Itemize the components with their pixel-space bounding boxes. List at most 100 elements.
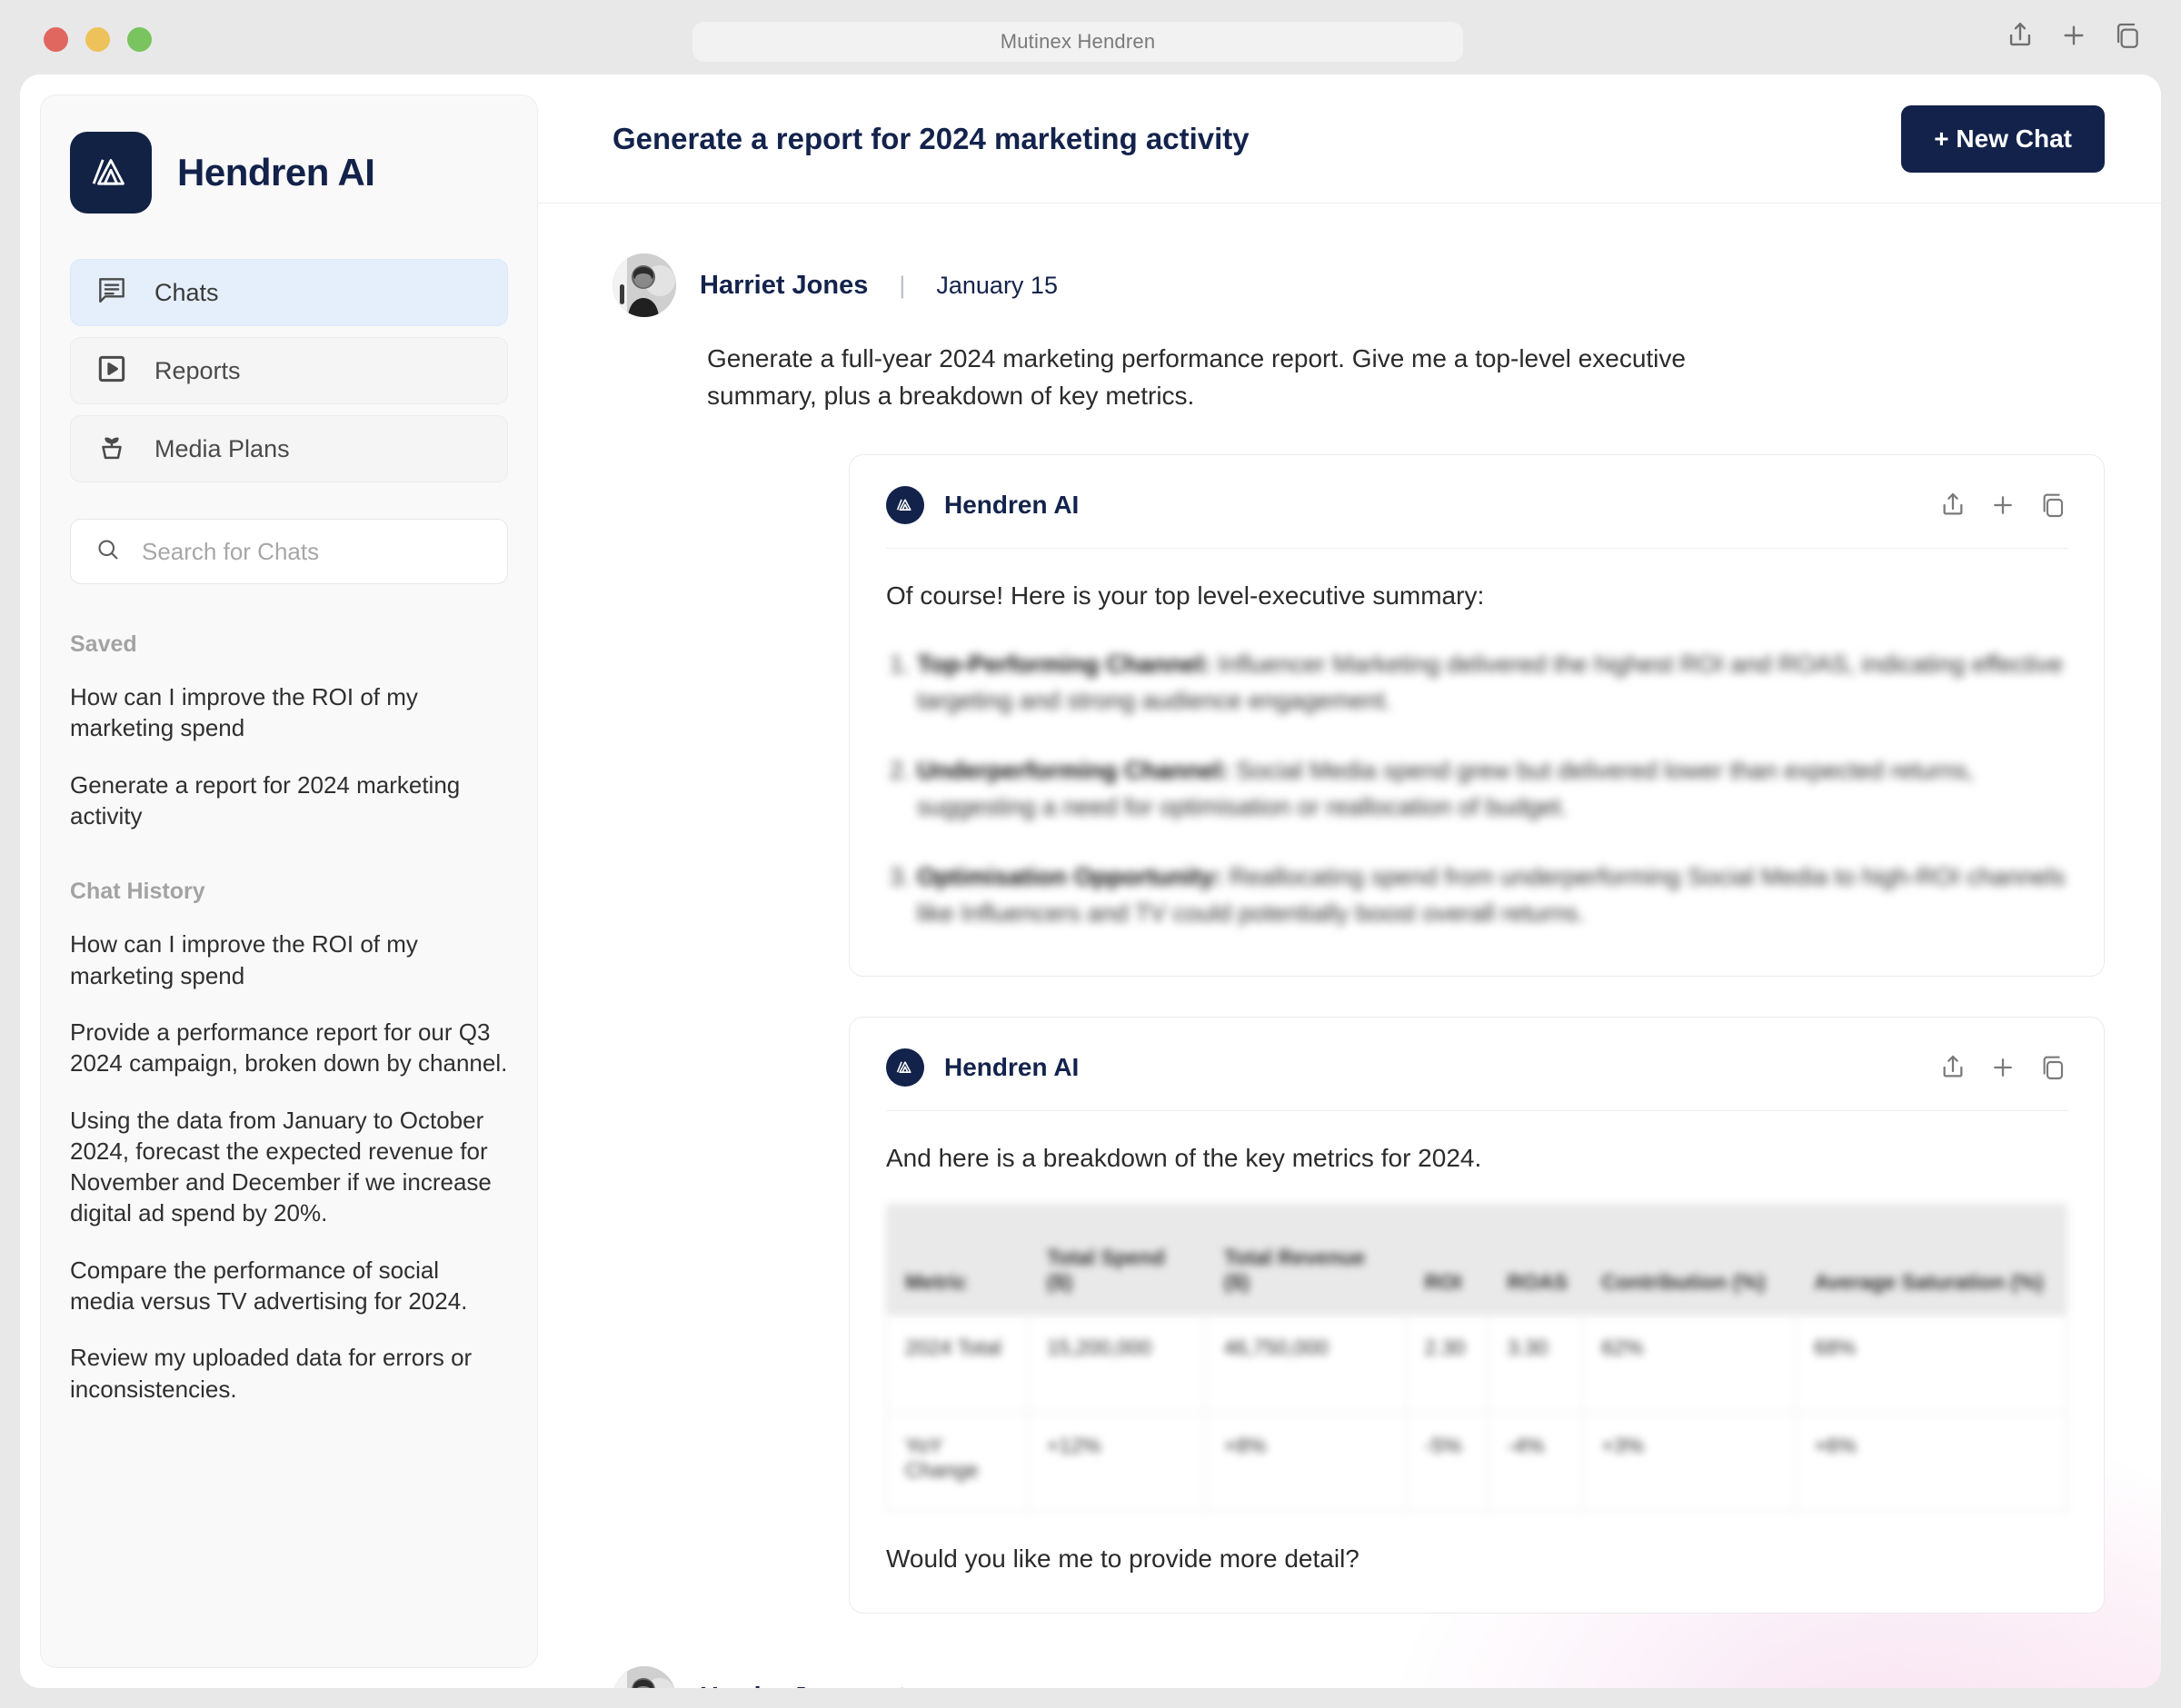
chat-bubble-icon [95,273,129,313]
new-chat-button[interactable]: + New Chat [1901,104,2105,173]
sidebar-item-media-plans[interactable]: Media Plans [70,415,508,482]
play-square-icon [95,352,129,391]
conversation-thread: Harriet Jones | January 15 Generate a fu… [538,204,2161,1688]
assistant-identity: Hendren AI [886,1048,1079,1087]
table-cell: 15,200,000 [1027,1315,1206,1415]
page-title: Generate a report for 2024 marketing act… [612,121,1250,155]
sidebar-item-media-plans-label: Media Plans [154,434,290,462]
table-cell: +6% [1795,1413,2067,1513]
traffic-lights [44,26,152,52]
search-icon [95,536,122,568]
history-chat-item[interactable]: Provide a performance report for our Q3 … [70,1017,508,1079]
saved-chat-item[interactable]: Generate a report for 2024 marketing act… [70,770,508,832]
assistant-outro-text: Would you like me to provide more detail… [886,1544,1359,1574]
message-author: Harriet Jones [700,270,869,300]
assistant-intro-text: And here is a breakdown of the key metri… [886,1143,1482,1172]
plus-icon[interactable] [2059,21,2088,50]
table-header-cell: ROAS [1488,1204,1584,1316]
key-metrics-table: Metric Total Spend ($) Total Revenue ($)… [886,1204,2067,1513]
table-header-cell: ROI [1405,1204,1489,1316]
hendren-avatar-icon [886,486,924,525]
message-separator: | [899,1683,905,1688]
copy-icon[interactable] [2038,1053,2067,1082]
history-chat-item[interactable]: Using the data from January to October 2… [70,1105,508,1229]
search-input[interactable] [142,537,483,566]
table-header-cell: Total Revenue ($) [1204,1204,1407,1316]
table-cell: 3.30 [1488,1315,1584,1415]
table-header-row: Metric Total Spend ($) Total Revenue ($)… [886,1204,2067,1316]
table-cell: +3% [1582,1413,1797,1513]
history-chat-item[interactable]: How can I improve the ROI of my marketin… [70,928,508,991]
assistant-card-header: Hendren AI [886,1048,2067,1111]
summary-point: Top-Performing Channel: Influencer Marke… [917,646,2067,720]
window-title-field[interactable]: Mutinex Hendren [692,22,1463,62]
share-icon[interactable] [1938,1053,1967,1082]
table-cell: YoY Change [886,1413,1029,1513]
assistant-name: Hendren AI [944,1052,1080,1081]
sidebar-nav: Chats Reports Media Plans [70,259,508,482]
hendren-avatar-icon [886,1048,924,1087]
sidebar-item-reports[interactable]: Reports [70,337,508,404]
app-window: Hendren AI Chats Reports Media Plans Sea… [20,74,2161,1688]
close-window-button[interactable] [44,26,68,52]
table-cell: 46,750,000 [1204,1315,1407,1415]
table-cell: -5% [1405,1413,1489,1513]
window-title-text: Mutinex Hendren [1000,30,1156,53]
message-header: Harriet Jones | January 15 [612,1665,2105,1688]
summary-point-label: Underperforming Channel: [917,756,1230,784]
table-cell: 2.30 [1405,1315,1489,1415]
brand: Hendren AI [70,132,508,214]
message-date: January 15 [936,1683,1058,1688]
assistant-card-actions [1938,1053,2067,1082]
copy-icon[interactable] [2038,491,2067,520]
avatar [612,253,676,317]
summary-point-label: Top-Performing Channel: [917,650,1211,678]
assistant-intro-text: Of course! Here is your top level-execut… [886,581,1485,611]
history-chat-item[interactable]: Review my uploaded data for errors or in… [70,1342,508,1405]
plus-icon[interactable] [1989,492,2017,519]
saved-chat-item[interactable]: How can I improve the ROI of my marketin… [70,681,508,744]
chat-history-section-title: Chat History [70,879,205,905]
table-row: YoY Change +12% +8% -5% -4% +3% +6% [886,1413,2067,1513]
sidebar-item-chats[interactable]: Chats [70,259,508,326]
message-author: Harriet Jones [700,1683,868,1688]
table-row: 2024 Total 15,200,000 46,750,000 2.30 3.… [886,1315,2067,1415]
share-icon[interactable] [1938,491,1967,520]
maximize-window-button[interactable] [127,26,152,52]
sidebar-item-chats-label: Chats [154,278,219,306]
search-chats-field[interactable] [70,519,508,584]
history-chat-item[interactable]: Compare the performance of social media … [70,1255,508,1317]
table-cell: +12% [1027,1413,1206,1513]
sidebar-item-reports-label: Reports [154,356,241,384]
window-toolbar [2005,20,2143,51]
summary-point-label: Optimisation Opportunity: [917,862,1222,890]
table-header-cell: Contribution (%) [1582,1204,1797,1316]
summary-point: Optimisation Opportunity: Reallocating s… [917,859,2067,932]
plus-icon[interactable] [1989,1054,2017,1081]
message-header: Harriet Jones | January 15 [612,253,2105,317]
table-cell: 62% [1582,1315,1797,1415]
assistant-name: Hendren AI [944,491,1080,520]
assistant-card-summary: Hendren AI Of course! Here is your top l… [849,454,2105,977]
table-header-cell: Total Spend ($) [1027,1204,1206,1316]
assistant-card-actions [1938,491,2067,520]
message-text: Generate a full-year 2024 marketing perf… [707,344,1686,410]
summary-point: Underperforming Channel: Social Media sp… [917,752,2067,826]
brand-name: Hendren AI [177,151,375,194]
message-separator: | [899,271,906,299]
minimize-window-button[interactable] [85,26,110,52]
tabs-icon[interactable] [2112,20,2143,51]
share-icon[interactable] [2005,20,2036,51]
assistant-card-header: Hendren AI [886,486,2067,550]
message-date: January 15 [936,271,1058,299]
table-header-cell: Average Saturation (%) [1795,1204,2067,1316]
avatar [612,1665,676,1688]
table-cell: +8% [1204,1413,1407,1513]
table-header-cell: Metric [886,1204,1029,1316]
saved-section-title: Saved [70,631,137,657]
potted-plant-icon [95,430,129,469]
table-cell: 68% [1795,1315,2067,1415]
main-panel: Generate a report for 2024 marketing act… [538,74,2161,1688]
hendren-logo-icon [70,132,152,214]
executive-summary-list: Top-Performing Channel: Influencer Marke… [886,646,2067,932]
